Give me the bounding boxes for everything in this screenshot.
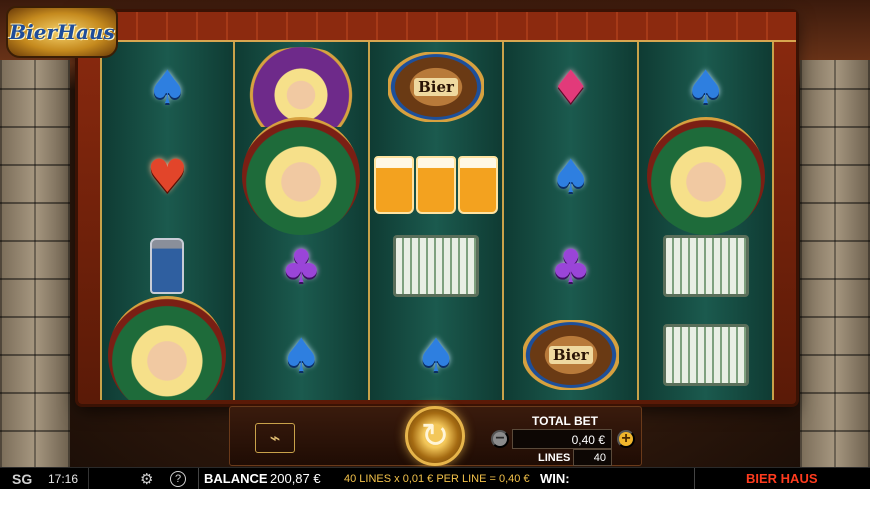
total-bet-value: 0,40 €: [512, 429, 612, 449]
reel-cell: ♠: [235, 311, 368, 401]
balance-label: BALANCE: [204, 471, 268, 486]
accordion-icon: [392, 234, 479, 297]
gear-icon[interactable]: ⚙: [140, 470, 153, 488]
spade-icon: ♠: [146, 59, 189, 114]
beer-mug: [373, 156, 414, 215]
win-label: WIN:: [540, 471, 570, 486]
reel-1: ♠ ♥: [100, 42, 235, 400]
clock: 17:16: [48, 471, 79, 486]
reel-cell: Bier: [370, 42, 503, 132]
beer-mugs-icon: [373, 138, 498, 215]
spade-icon: ♠: [415, 328, 457, 383]
barmaid-mug-portrait-icon: [241, 46, 362, 127]
stone-wall-left: [0, 60, 70, 470]
reel-cell: Bier: [504, 311, 637, 401]
divider: [88, 467, 89, 490]
accordion-icon: [662, 234, 749, 297]
beer-mug: [457, 156, 498, 215]
spade-icon: ♠: [550, 149, 592, 204]
game-logo: BierHaus: [6, 6, 118, 58]
reel-cell: [370, 221, 503, 311]
reel-cell: ♠: [102, 42, 233, 132]
beer-barrel-icon: Bier: [387, 51, 484, 122]
reel-area: ♠ ♥ ♣ ♠ Bier ♠ ♦ ♠ ♣ Bier ♠: [100, 42, 774, 400]
reel-3: Bier ♠: [369, 42, 505, 401]
barrel-label: Bier: [548, 346, 593, 365]
reel-5: ♠: [639, 42, 774, 400]
barmaid-portrait-icon: [646, 117, 765, 236]
reel-frame: ♠ ♥ ♣ ♠ Bier ♠ ♦ ♠ ♣ Bier ♠: [78, 12, 796, 404]
status-bar: SG 17:16 ⚙ ? BALANCE 200,87 € 40 LINES x…: [0, 467, 870, 490]
club-icon: ♣: [550, 238, 592, 293]
logo-text: BierHaus: [9, 20, 115, 44]
stone-wall-right: [800, 60, 870, 470]
barmaid-portrait-icon: [242, 117, 361, 236]
spin-arrow-icon: ↻: [420, 417, 450, 455]
reel-cell: [370, 132, 503, 222]
spin-button[interactable]: ↻: [405, 406, 465, 466]
reel-cell: [639, 221, 772, 311]
spade-icon: ♠: [684, 59, 727, 114]
lines-value: 40: [573, 449, 612, 466]
reel-cell: [235, 117, 368, 236]
bottom-blank-area: [0, 489, 870, 531]
help-icon[interactable]: ?: [170, 470, 186, 487]
bet-summary: 40 LINES x 0,01 € PER LINE = 0,40 €: [344, 472, 530, 485]
lines-label: LINES: [538, 452, 571, 464]
autoplay-button[interactable]: ⌁: [255, 423, 295, 453]
game-title: BIER HAUS: [746, 471, 818, 486]
decrease-bet-button[interactable]: −: [491, 430, 509, 448]
slot-game-screen: BierHaus ♠ ♥ ♣ ♠ Bier ♠ ♦ ♠ ♣ Bier ♠ ⌁ ↻ TOTAL BET…: [0, 0, 870, 531]
reel-cell: [639, 311, 772, 401]
accordion-icon: [662, 324, 749, 387]
divider: [198, 467, 199, 490]
chart-icon: ⌁: [269, 427, 281, 448]
reel-cell: ♣: [235, 221, 368, 311]
reel-4: ♦ ♠ ♣ Bier: [504, 42, 640, 401]
frame-top-trim: [78, 12, 796, 42]
reel-2: ♣ ♠: [234, 42, 370, 401]
beer-barrel-icon: Bier: [522, 320, 619, 391]
reel-cell: ♠: [370, 311, 503, 401]
brand-logo: SG: [12, 470, 33, 487]
reel-cell: ♥: [102, 132, 233, 222]
heart-icon: ♥: [146, 149, 189, 204]
reel-cell: ♣: [504, 221, 637, 311]
barrel-label: Bier: [414, 77, 458, 96]
beer-mug: [415, 156, 456, 215]
club-icon: ♣: [280, 238, 322, 293]
barmaid-portrait-icon: [108, 296, 227, 400]
reel-cell: [102, 296, 233, 400]
increase-bet-button[interactable]: +: [617, 430, 635, 448]
reel-cell: ♦: [504, 42, 637, 132]
balance-value: 200,87 €: [270, 471, 321, 486]
reel-cell: ♠: [504, 132, 637, 222]
reel-cell: [639, 117, 772, 236]
spade-icon: ♠: [280, 328, 322, 383]
divider: [694, 467, 695, 490]
total-bet-label: TOTAL BET: [532, 414, 598, 428]
diamond-icon: ♦: [550, 59, 592, 114]
beer-stein-icon: [150, 237, 185, 294]
